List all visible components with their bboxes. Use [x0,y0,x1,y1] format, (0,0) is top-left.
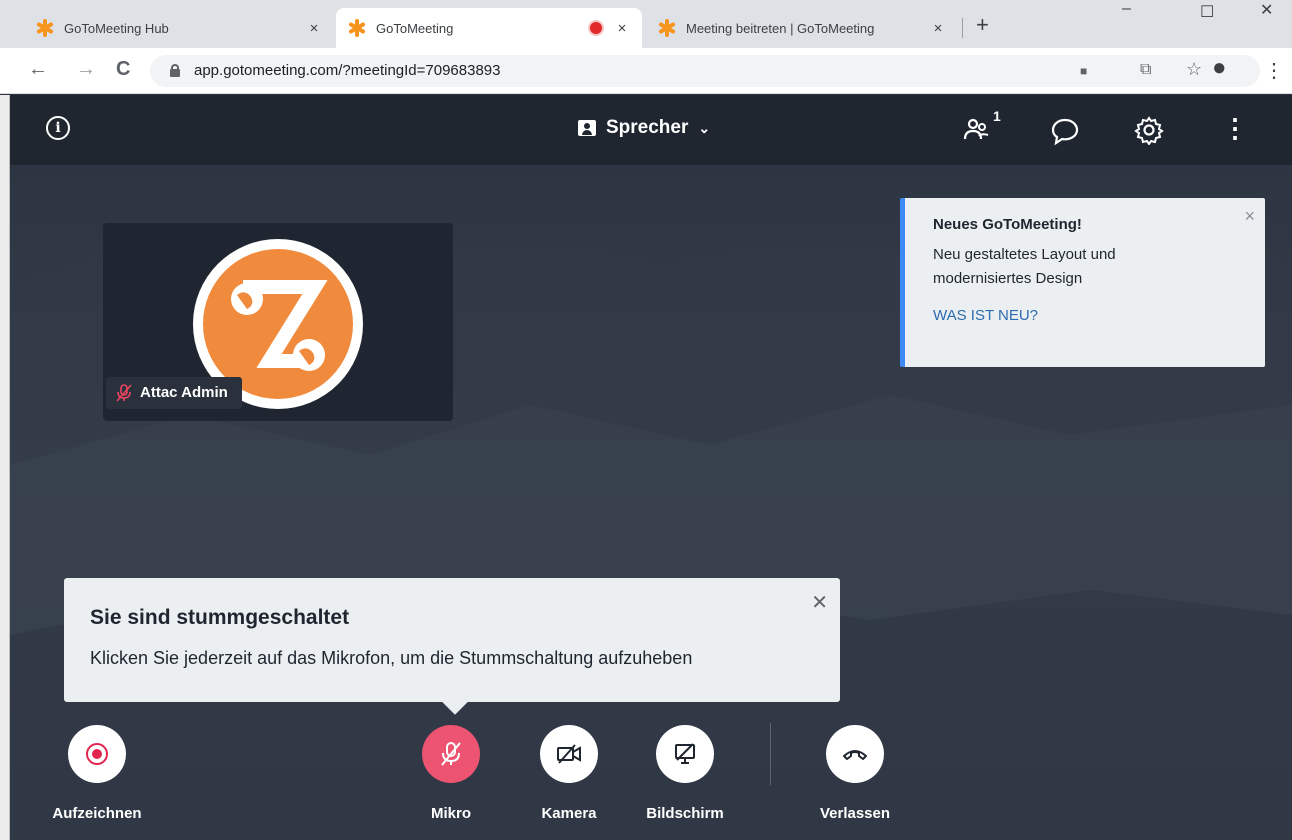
view-switch-dropdown[interactable]: Sprecher ⌄ [578,117,710,139]
minimize-button[interactable]: – [1122,0,1131,18]
info-icon[interactable]: i [46,116,70,140]
view-label: Sprecher [606,117,689,138]
chevron-down-icon: ⌄ [698,119,711,136]
control-label: Bildschirm [646,805,724,822]
participants-count: 1 [993,108,1001,124]
participant-tile[interactable]: Attac Admin [103,223,453,421]
muted-tooltip: Sie sind stummgeschaltet Klicken Sie jed… [64,578,840,715]
whats-new-notification: Neues GoToMeeting! Neu gestaltetes Layou… [900,198,1265,367]
speaker-view-icon [578,120,596,136]
bookmark-star-icon[interactable]: ☆ [1186,59,1202,80]
gotomeeting-logo-icon [36,19,54,37]
back-button[interactable]: ← [28,58,48,81]
camera-icon[interactable]: ■ [1080,64,1087,78]
screen-share-button[interactable]: Bildschirm [630,725,740,822]
profile-icon[interactable]: ● [1212,54,1227,82]
leave-button[interactable]: Verlassen [800,725,910,822]
tab-close-icon[interactable]: × [930,20,946,37]
tab-separator [962,18,963,38]
muted-tooltip-body: Klicken Sie jederzeit auf das Mikrofon, … [90,648,693,668]
browser-tab-bar: GoToMeeting Hub × GoToMeeting × Meeting … [0,0,1292,48]
mic-off-icon [116,377,132,414]
meeting-stage: Attac Admin Neues GoToMeeting! Neu gesta… [10,165,1292,840]
hang-up-icon [826,725,884,783]
whats-new-link[interactable]: WAS IST NEU? [933,307,1237,324]
recording-indicator-icon [590,22,602,34]
omnibox[interactable]: app.gotomeeting.com/?meetingId=709683893… [150,55,1260,87]
control-label: Verlassen [819,805,891,822]
more-options-icon[interactable]: ⋮ [1222,113,1248,144]
whats-new-title: Neues GoToMeeting! [933,216,1082,233]
close-window-button[interactable]: ✕ [1260,0,1273,20]
tab-title: GoToMeeting [376,20,454,36]
whats-new-body: Neu gestaltetes Layout und modernisierte… [933,246,1116,287]
tab-gotomeeting[interactable]: GoToMeeting × [336,8,642,48]
tab-gotomeeting-hub[interactable]: GoToMeeting Hub × [24,8,334,48]
controls-divider [770,723,771,785]
close-icon[interactable]: ✕ [811,590,828,615]
gotomeeting-logo-icon [658,19,676,37]
lock-icon [170,64,180,77]
participant-name: Attac Admin [140,384,228,401]
mic-off-icon [422,725,480,783]
tab-close-icon[interactable]: × [614,20,630,37]
tab-meeting-beitreten[interactable]: Meeting beitreten | GoToMeeting × [646,8,958,48]
url-text[interactable]: app.gotomeeting.com/?meetingId=709683893 [194,62,500,79]
translate-icon[interactable]: ⧉ [1140,61,1151,79]
gear-icon[interactable] [1134,115,1164,150]
gotomeeting-logo-icon [348,19,366,37]
camera-button[interactable]: Kamera [514,725,624,822]
tab-title: GoToMeeting Hub [64,20,169,36]
new-tab-button[interactable]: + [976,12,989,38]
maximize-button[interactable]: ☐ [1200,2,1214,22]
participant-name-tag: Attac Admin [106,377,242,409]
control-label: Aufzeichnen [52,805,142,822]
tab-title: Meeting beitreten | GoToMeeting [686,20,875,36]
camera-off-icon [540,725,598,783]
record-button[interactable]: Aufzeichnen [42,725,152,822]
control-label: Kamera [541,805,597,822]
mic-button[interactable]: Mikro [396,725,506,822]
muted-tooltip-title: Sie sind stummgeschaltet [90,606,350,629]
browser-menu-icon[interactable]: ⋮ [1264,58,1284,83]
control-label: Mikro [430,805,471,822]
record-icon [68,725,126,783]
left-window-edge [0,95,10,840]
chat-icon[interactable] [1050,116,1080,151]
people-icon[interactable]: 1 [962,108,1002,146]
meeting-header: i Sprecher ⌄ 1 ⋮ [10,95,1292,165]
forward-button[interactable]: → [76,58,96,81]
reload-button[interactable]: C [116,58,130,81]
tab-close-icon[interactable]: × [306,20,322,37]
screen-share-off-icon [656,725,714,783]
address-bar: ← → C app.gotomeeting.com/?meetingId=709… [0,48,1292,94]
close-icon[interactable]: × [1244,206,1255,227]
